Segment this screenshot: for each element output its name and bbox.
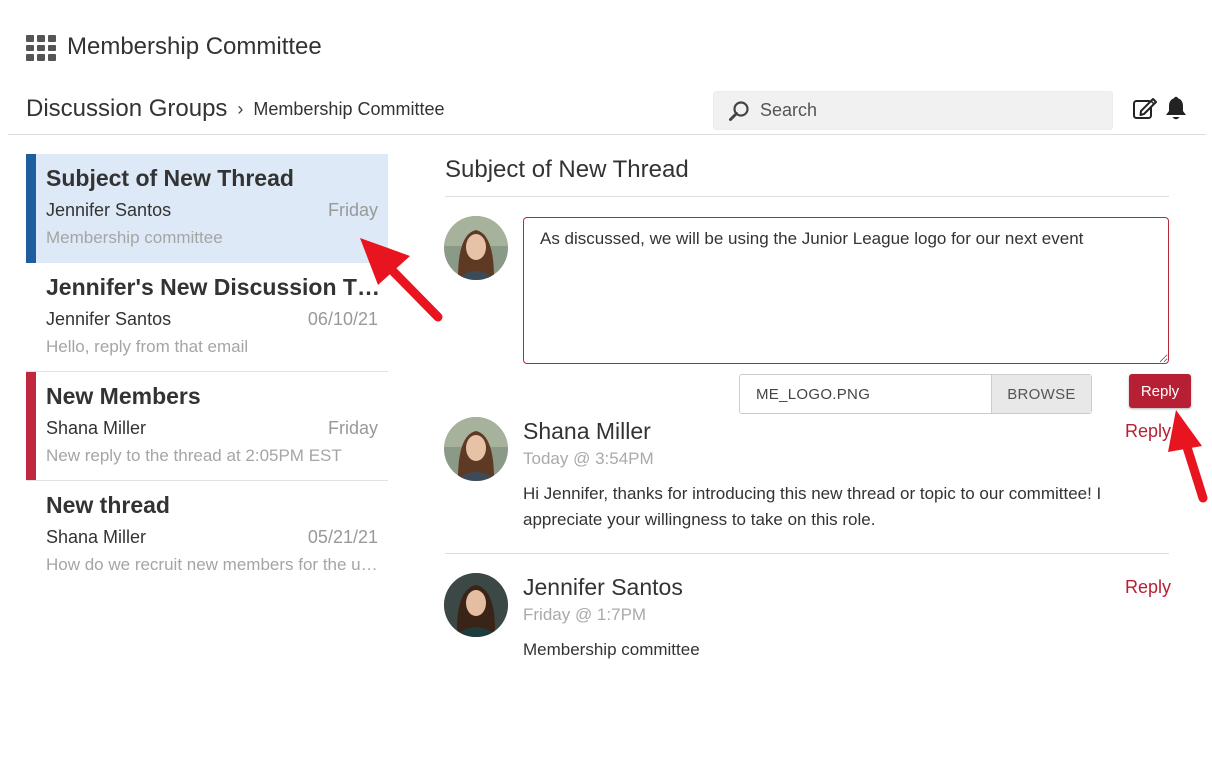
thread-preview: New reply to the thread at 2:05PM EST xyxy=(46,446,342,465)
search-box[interactable] xyxy=(713,91,1113,130)
thread-accent-bar xyxy=(26,372,36,480)
thread-author: Shana Miller xyxy=(46,418,147,438)
thread-accent-bar xyxy=(26,154,36,263)
thread-subject: Subject of New Thread xyxy=(46,165,294,191)
avatar xyxy=(444,573,508,637)
message-timestamp: Friday @ 1:7PM xyxy=(523,605,647,624)
header-divider xyxy=(8,134,1206,135)
thread-date: Friday xyxy=(327,418,378,438)
thread-author: Shana Miller xyxy=(46,527,147,547)
header-actions xyxy=(1132,96,1188,122)
grid-icon[interactable] xyxy=(26,35,56,61)
message-author: Shana Miller xyxy=(523,418,651,444)
message-body: Hi Jennifer, thanks for introducing this… xyxy=(523,484,1102,529)
breadcrumb-separator: › xyxy=(237,98,244,119)
thread-date: 05/21/21 xyxy=(307,527,378,547)
breadcrumb-current: Membership Committee xyxy=(253,98,445,119)
breadcrumb: Discussion Groups › Membership Committee xyxy=(26,92,444,126)
thread-date: Friday xyxy=(327,200,378,220)
message-body: Membership committee xyxy=(523,640,700,659)
file-name-display: ME_LOGO.PNG xyxy=(756,385,871,403)
message-divider xyxy=(445,553,1169,554)
title-divider xyxy=(445,196,1169,197)
thread-item[interactable]: Subject of New Thread Jennifer Santos Fr… xyxy=(26,154,388,263)
message-reply-link[interactable]: Reply xyxy=(1125,577,1171,598)
reply-textarea[interactable]: As discussed, we will be using the Junio… xyxy=(523,217,1169,364)
thread-item[interactable]: New Members Shana Miller Friday New repl… xyxy=(26,372,388,481)
browse-button[interactable]: BROWSE xyxy=(991,375,1091,413)
thread-preview: Hello, reply from that email xyxy=(46,337,249,356)
app-title: Membership Committee xyxy=(67,33,322,60)
thread-author: Jennifer Santos xyxy=(46,200,172,220)
breadcrumb-discussion-groups[interactable]: Discussion Groups xyxy=(26,95,227,123)
thread-preview: Membership committee xyxy=(46,228,223,247)
message-timestamp: Today @ 3:54PM xyxy=(523,449,654,468)
thread-preview: How do we recruit new members for the up… xyxy=(46,555,380,574)
thread-list: Subject of New Thread Jennifer Santos Fr… xyxy=(26,154,388,590)
compose-icon[interactable] xyxy=(1132,96,1159,122)
bell-icon[interactable] xyxy=(1164,96,1188,122)
thread-author: Jennifer Santos xyxy=(46,309,172,329)
thread-subject: New thread xyxy=(46,492,170,518)
thread-subject: Jennifer's New Discussion Thread xyxy=(46,274,380,300)
message-author: Jennifer Santos xyxy=(523,574,683,600)
thread-title: Subject of New Thread xyxy=(445,156,689,183)
thread-item[interactable]: New thread Shana Miller 05/21/21 How do … xyxy=(26,481,388,590)
thread-subject: New Members xyxy=(46,383,201,409)
search-input[interactable] xyxy=(758,99,1102,122)
file-upload-field[interactable]: ME_LOGO.PNG BROWSE xyxy=(739,374,1092,414)
reply-submit-button[interactable]: Reply xyxy=(1129,374,1191,408)
search-icon xyxy=(729,100,749,121)
thread-item[interactable]: Jennifer's New Discussion Thread Jennife… xyxy=(26,263,388,372)
message-reply-link[interactable]: Reply xyxy=(1125,421,1171,442)
avatar xyxy=(444,417,508,481)
avatar xyxy=(444,216,508,280)
thread-date: 06/10/21 xyxy=(307,309,378,329)
app-header: Membership Committee xyxy=(26,32,322,62)
